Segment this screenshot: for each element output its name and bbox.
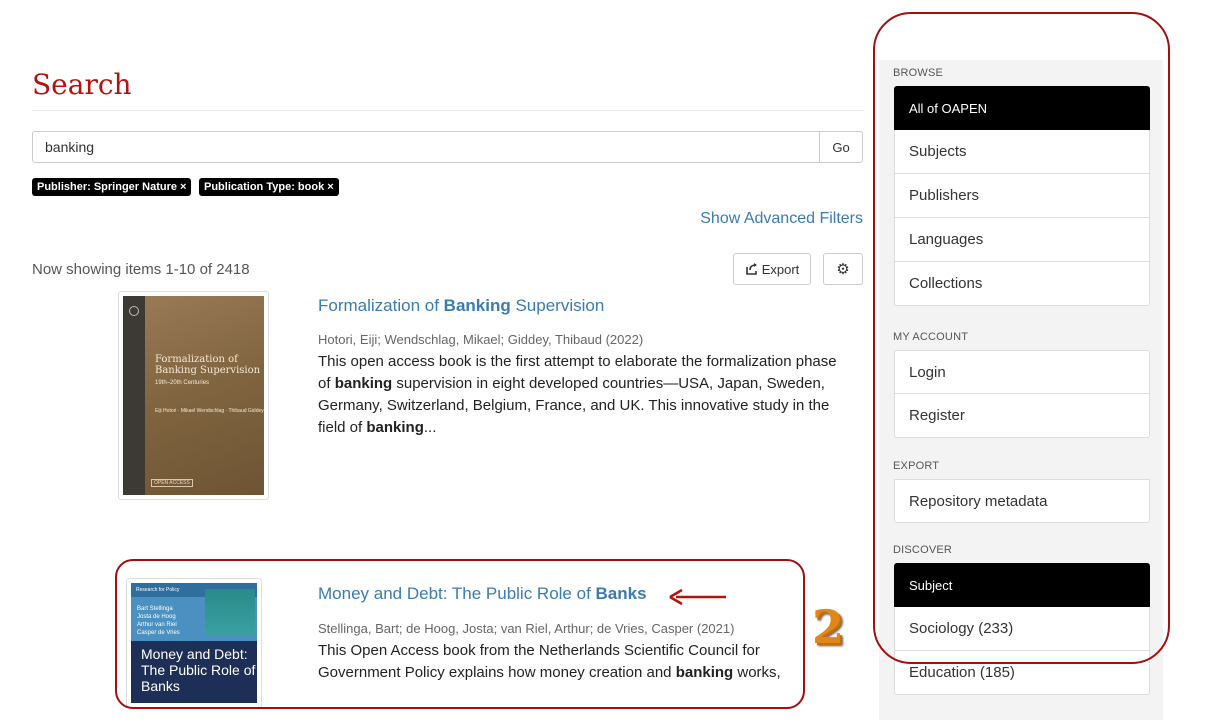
page-title: Search	[32, 68, 132, 101]
export-button[interactable]: Export	[733, 253, 811, 285]
discover-item-education[interactable]: Education (185)	[894, 651, 1150, 695]
cover-spine	[123, 296, 145, 495]
cover-title: Formalization of Banking Supervision	[155, 354, 261, 376]
sidebar-item-publishers[interactable]: Publishers	[894, 174, 1150, 218]
result-abstract: This open access book is the first attem…	[318, 351, 838, 439]
title-highlight: Banking	[443, 296, 511, 315]
result-title-link[interactable]: Money and Debt: The Public Role of Banks	[318, 584, 647, 604]
sidebar-item-repository-metadata[interactable]: Repository metadata	[894, 479, 1150, 523]
discover-list: Subject Sociology (233) Education (185)	[894, 563, 1150, 695]
settings-button[interactable]: ⚙	[823, 253, 863, 285]
export-label: Export	[761, 261, 800, 277]
account-list: Login Register	[894, 350, 1150, 438]
abstract-highlight: banking	[366, 419, 424, 436]
result-abstract: This Open Access book from the Netherlan…	[318, 640, 808, 684]
result-thumbnail[interactable]: Formalization of Banking Supervision 19t…	[118, 291, 269, 500]
result-title-link[interactable]: Formalization of Banking Supervision	[318, 296, 604, 316]
cover-illustration	[205, 589, 255, 635]
abstract-highlight: banking	[334, 375, 393, 392]
open-access-badge: OPEN ACCESS	[151, 479, 193, 487]
annotation-step-number: 2	[812, 600, 845, 654]
sidebar-item-subjects[interactable]: Subjects	[894, 130, 1150, 174]
result-authors: Hotori, Eiji; Wendschlag, Mikael; Giddey…	[318, 332, 644, 347]
browse-heading: BROWSE	[893, 67, 944, 79]
abstract-highlight: banking	[675, 664, 734, 681]
export-list: Repository metadata	[894, 479, 1150, 523]
title-text: Supervision	[510, 296, 605, 315]
go-button[interactable]: Go	[819, 131, 863, 163]
title-highlight: Banks	[595, 584, 647, 603]
abstract-text: works,	[733, 664, 781, 681]
cover-series: Research for Policy	[136, 587, 180, 593]
sidebar-item-register[interactable]: Register	[894, 394, 1150, 438]
search-input[interactable]	[32, 131, 820, 163]
sidebar-item-login[interactable]: Login	[894, 350, 1150, 394]
cover-title: Money and Debt: The Public Role of Banks	[141, 646, 256, 694]
annotation-arrow-icon	[669, 588, 726, 606]
cover-authors: Eiji Hotori · Mikael Wendschlag · Thibau…	[155, 408, 264, 414]
abstract-text: ...	[423, 419, 437, 436]
book-cover: Research for Policy Bart Stellinga Josta…	[131, 583, 257, 703]
discover-subject-header: Subject	[894, 563, 1150, 607]
title-divider	[32, 110, 864, 111]
sidebar-item-all-of-oapen[interactable]: All of OAPEN	[894, 86, 1150, 130]
account-heading: MY ACCOUNT	[893, 331, 969, 343]
title-text: Money and Debt: The Public Role of	[318, 584, 596, 603]
result-thumbnail[interactable]: Research for Policy Bart Stellinga Josta…	[126, 578, 262, 708]
results-count: Now showing items 1-10 of 2418	[32, 261, 250, 278]
gear-icon: ⚙	[836, 261, 850, 278]
book-cover: Formalization of Banking Supervision 19t…	[123, 296, 264, 495]
discover-heading: DISCOVER	[893, 544, 953, 556]
show-advanced-filters-link[interactable]: Show Advanced Filters	[660, 210, 863, 228]
export-heading: EXPORT	[893, 460, 940, 472]
sidebar-item-languages[interactable]: Languages	[894, 218, 1150, 262]
export-icon	[745, 263, 757, 275]
title-text: Formalization of	[318, 296, 444, 315]
publisher-logo-icon	[129, 306, 139, 316]
sidebar-item-collections[interactable]: Collections	[894, 262, 1150, 306]
discover-item-sociology[interactable]: Sociology (233)	[894, 607, 1150, 651]
browse-list: All of OAPEN Subjects Publishers Languag…	[894, 86, 1150, 306]
result-authors: Stellinga, Bart; de Hoog, Josta; van Rie…	[318, 621, 735, 636]
filter-chip-publisher[interactable]: Publisher: Springer Nature ×	[32, 178, 192, 196]
filter-chip-publication-type[interactable]: Publication Type: book ×	[199, 178, 339, 196]
cover-subtitle: 19th–20th Centuries	[155, 380, 210, 386]
cover-authors: Bart Stellinga Josta de Hoog Arthur van …	[137, 606, 180, 636]
